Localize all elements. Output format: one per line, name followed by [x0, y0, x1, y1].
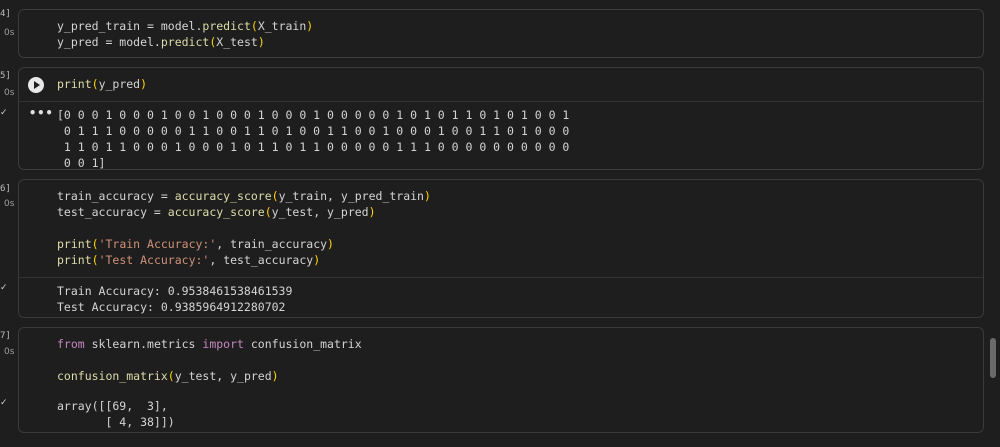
cell-7-exec-time: 0s [4, 347, 15, 357]
output-line: [ 4, 38]]) [57, 415, 175, 429]
code-editor[interactable]: print(y_pred) [57, 76, 983, 92]
cell-6-exec-count: 6] [0, 184, 11, 194]
output-actions-icon[interactable]: ••• [29, 106, 54, 120]
check-icon: ✓ [0, 398, 8, 408]
output-line: Test Accuracy: 0.9385964912280702 [57, 300, 286, 314]
cell-output: [0 0 0 1 0 0 0 1 0 0 1 0 0 0 1 0 0 0 1 0… [57, 107, 983, 171]
check-icon: ✓ [0, 283, 8, 293]
cell-5-exec-time: 0s [4, 88, 15, 98]
cell-5-exec-count: 5] [0, 71, 11, 81]
cell-6-exec-time: 0s [4, 199, 15, 209]
cell-output: array([[69, 3], [ 4, 38]]) [57, 398, 983, 430]
code-cell-7[interactable]: from sklearn.metrics import confusion_ma… [18, 327, 984, 433]
code-editor[interactable]: train_accuracy = accuracy_score(y_train,… [57, 188, 983, 268]
output-divider [19, 101, 983, 102]
output-divider [19, 277, 983, 278]
code-cell-5[interactable]: print(y_pred) ••• [0 0 0 1 0 0 0 1 0 0 1… [18, 67, 984, 170]
check-icon: ✓ [0, 108, 8, 118]
output-line: [0 0 0 1 0 0 0 1 0 0 1 0 0 0 1 0 0 0 1 0… [57, 108, 570, 122]
cell-output: Train Accuracy: 0.9538461538461539 Test A… [57, 283, 983, 315]
code-editor[interactable]: y_pred_train = model.predict(X_train) y_… [57, 18, 983, 50]
run-cell-button[interactable] [28, 77, 44, 93]
output-line: array([[69, 3], [57, 399, 168, 413]
output-line: 1 1 0 1 1 0 0 0 1 0 0 0 1 0 1 1 0 1 1 0 … [57, 140, 570, 154]
cell-4-exec-count: 4] [0, 9, 11, 19]
code-cell-4[interactable]: y_pred_train = model.predict(X_train) y_… [18, 9, 984, 58]
code-cell-6[interactable]: train_accuracy = accuracy_score(y_train,… [18, 179, 984, 318]
cell-7-exec-count: 7] [0, 331, 11, 341]
vertical-scrollbar[interactable] [988, 0, 998, 447]
scrollbar-thumb[interactable] [990, 338, 996, 378]
output-line: 0 0 1] [57, 156, 106, 170]
code-editor[interactable]: from sklearn.metrics import confusion_ma… [57, 336, 983, 384]
output-line: 0 1 1 1 0 0 0 0 0 1 1 0 0 1 1 0 1 0 0 1 … [57, 124, 570, 138]
cell-4-exec-time: 0s [4, 28, 15, 38]
output-line: Train Accuracy: 0.9538461538461539 [57, 284, 293, 298]
